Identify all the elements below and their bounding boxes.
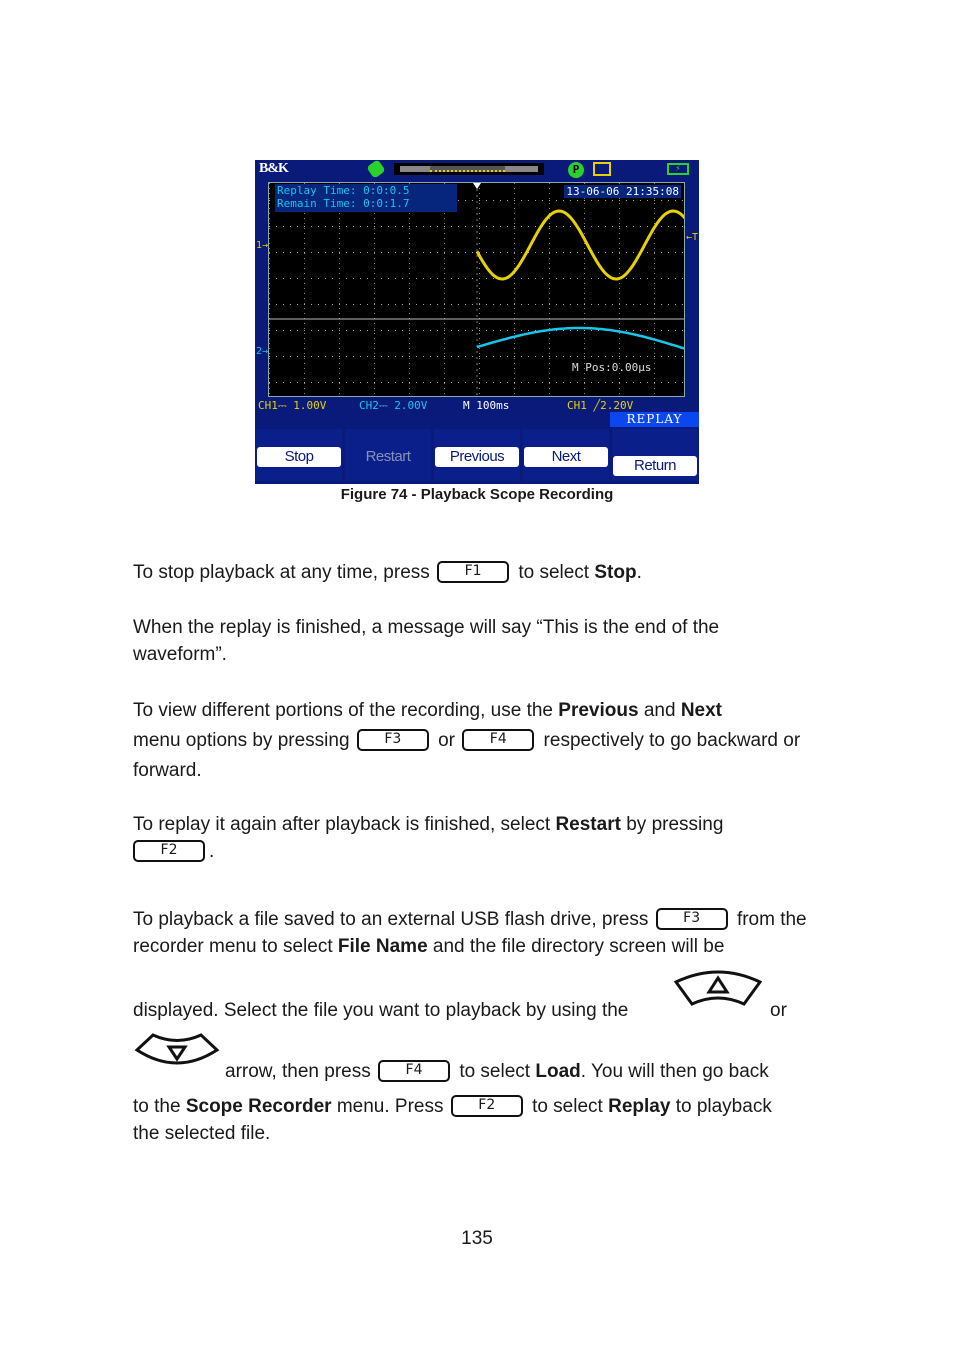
text: To view different portions of the record… bbox=[133, 700, 554, 721]
text: by pressing bbox=[626, 814, 724, 835]
ch1-marker: 1→ bbox=[256, 240, 269, 251]
printer-icon bbox=[593, 162, 611, 176]
figure-caption: Figure 74 - Playback Scope Recording bbox=[340, 486, 614, 503]
text: To replay it again after playback is fin… bbox=[133, 814, 551, 835]
up-arrow-key-icon bbox=[673, 970, 763, 1006]
paragraph-stop: To stop playback at any time, press F1 t… bbox=[133, 559, 823, 586]
ch1-waveform bbox=[475, 209, 684, 281]
bold-term: Replay bbox=[608, 1096, 671, 1117]
text: To playback a file saved to an external … bbox=[133, 909, 649, 930]
replay-info-box: Replay Time: 0:0:0.5 Remain Time: 0:0:1.… bbox=[275, 184, 457, 212]
bold-term: Load bbox=[535, 1061, 581, 1082]
paragraph-usb-line5: to the Scope Recorder menu. Press F2 to … bbox=[133, 1093, 823, 1147]
waveform-display: Replay Time: 0:0:0.5 Remain Time: 0:0:1.… bbox=[268, 182, 685, 397]
text: arrow, then press bbox=[225, 1061, 371, 1082]
memory-position-bar bbox=[394, 163, 544, 175]
ch1-status: CH1⎓ 1.00V bbox=[258, 399, 327, 412]
bold-term: Previous bbox=[558, 700, 639, 721]
ch2-status: CH2⎓ 2.00V bbox=[359, 399, 428, 412]
datetime: 13-06-06 21:35:08 bbox=[564, 185, 681, 198]
text: menu options by pressing bbox=[133, 730, 350, 751]
f4-key-icon: F4 bbox=[378, 1060, 451, 1082]
ch2-waveform bbox=[476, 326, 684, 350]
text: . bbox=[209, 841, 215, 862]
page-number: 135 bbox=[461, 1228, 493, 1249]
text: to select bbox=[518, 562, 590, 583]
memory-track bbox=[400, 166, 538, 172]
f4-key-icon: F4 bbox=[462, 729, 535, 751]
scope-top-bar: B&K P ⚡ bbox=[255, 159, 699, 180]
text: to select bbox=[532, 1096, 603, 1117]
softkey-next[interactable]: Next bbox=[523, 429, 609, 481]
f3-key-icon: F3 bbox=[655, 908, 728, 930]
paragraph-usb-line4: arrow, then press F4 to select Load. You… bbox=[225, 1058, 845, 1085]
text: To stop playback at any time, press bbox=[133, 562, 430, 583]
text: . You will then go back bbox=[580, 1061, 769, 1082]
softkey-previous[interactable]: Previous bbox=[434, 429, 520, 481]
text: or bbox=[770, 1000, 787, 1021]
battery-icon: ⚡ bbox=[667, 163, 689, 175]
bold-term: File Name bbox=[337, 936, 428, 957]
trigger-marker: ←T bbox=[686, 232, 699, 243]
ch2-marker: 2→ bbox=[256, 346, 269, 357]
text: and bbox=[643, 700, 676, 721]
trigger-status: CH1 ╱2.20V bbox=[567, 399, 634, 412]
next-button[interactable]: Next bbox=[524, 447, 608, 467]
bold-term: Stop bbox=[594, 562, 637, 583]
f3-key-icon: F3 bbox=[356, 729, 429, 751]
text: and the file directory screen will be bbox=[432, 936, 725, 957]
memory-window bbox=[430, 166, 505, 172]
p-status-icon: P bbox=[568, 162, 584, 178]
usb-icon bbox=[366, 159, 386, 179]
text: menu. Press bbox=[336, 1096, 444, 1117]
text: displayed. Select the file you want to p… bbox=[133, 1000, 629, 1021]
softkey-stop[interactable]: Stop bbox=[256, 429, 342, 481]
menu-title: REPLAY bbox=[610, 412, 699, 427]
bold-term: Restart bbox=[555, 814, 621, 835]
remain-time: Remain Time: 0:0:1.7 bbox=[277, 197, 410, 210]
text: the selected file. bbox=[133, 1123, 271, 1144]
replay-time: Replay Time: 0:0:0.5 bbox=[277, 184, 410, 197]
down-arrow-key-icon bbox=[134, 1033, 220, 1065]
softkey-return[interactable]: Return bbox=[612, 429, 698, 481]
text: to playback bbox=[675, 1096, 772, 1117]
paragraph-end-message: When the replay is finished, a message w… bbox=[133, 617, 720, 665]
timebase-status: M 100ms bbox=[463, 399, 510, 412]
f2-key-icon: F2 bbox=[450, 1095, 523, 1117]
softkey-restart[interactable]: Restart bbox=[345, 429, 431, 481]
paragraph-restart: To replay it again after playback is fin… bbox=[133, 811, 823, 865]
return-button[interactable]: Return bbox=[613, 456, 697, 476]
f1-key-icon: F1 bbox=[437, 561, 510, 583]
m-pos-readout: M Pos:0.00µs bbox=[572, 361, 652, 374]
stop-button[interactable]: Stop bbox=[257, 447, 341, 467]
bold-term: Scope Recorder bbox=[185, 1096, 332, 1117]
restart-button[interactable]: Restart bbox=[346, 447, 430, 467]
paragraph-previous-next: To view different portions of the record… bbox=[133, 696, 823, 786]
f2-key-icon: F2 bbox=[133, 840, 205, 862]
paragraph-usb-playback: To playback a file saved to an external … bbox=[133, 906, 823, 960]
oscilloscope-screenshot: B&K P ⚡ Replay Time: 0:0:0.5 Remain Time… bbox=[255, 159, 699, 484]
text: to select bbox=[459, 1061, 531, 1082]
text: to the bbox=[133, 1096, 181, 1117]
text: . bbox=[636, 562, 642, 583]
bold-term: Next bbox=[680, 700, 723, 721]
previous-button[interactable]: Previous bbox=[435, 447, 519, 467]
brand-logo: B&K bbox=[259, 161, 289, 176]
text: or bbox=[438, 730, 455, 751]
